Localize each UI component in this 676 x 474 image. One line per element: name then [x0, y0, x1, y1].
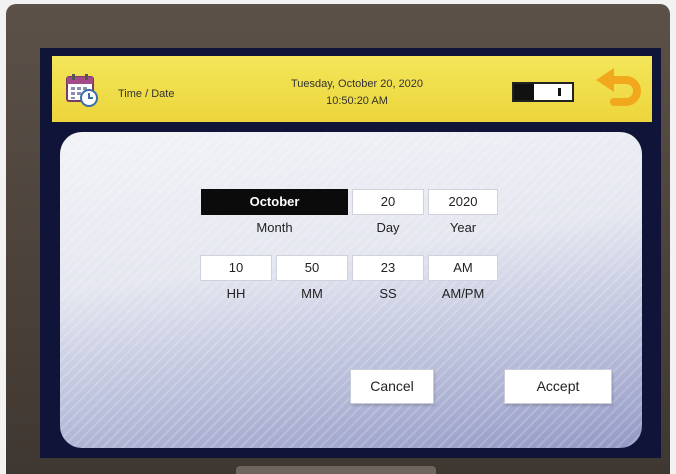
year-field[interactable]: 2020 — [428, 189, 498, 215]
second-label: SS — [379, 286, 397, 301]
month-field[interactable]: October — [201, 189, 348, 215]
header-bar: Time / Date Tuesday, October 20, 2020 10… — [52, 56, 652, 122]
month-label: Month — [256, 220, 293, 235]
current-datetime: Tuesday, October 20, 2020 10:50:20 AM — [242, 76, 472, 110]
device-bezel-tab — [236, 466, 436, 474]
ampm-field[interactable]: AM — [428, 255, 498, 281]
year-label: Year — [449, 220, 477, 235]
day-label: Day — [376, 220, 400, 235]
cancel-button[interactable]: Cancel — [350, 369, 434, 404]
minute-label: MM — [301, 286, 323, 301]
current-date: Tuesday, October 20, 2020 — [290, 78, 424, 90]
second-field[interactable]: 23 — [352, 255, 424, 281]
screen-title: Time / Date — [118, 88, 175, 100]
battery-indicator — [512, 82, 574, 102]
hour-field[interactable]: 10 — [200, 255, 272, 281]
undo-arrow-icon[interactable] — [592, 66, 644, 116]
accept-button[interactable]: Accept — [504, 369, 612, 404]
battery-tick — [558, 88, 561, 96]
hour-label: HH — [226, 286, 246, 301]
date-time-panel: October 20 2020 Month Day Year 10 50 23 … — [60, 132, 642, 448]
device-screen: Time / Date Tuesday, October 20, 2020 10… — [40, 48, 661, 458]
battery-level-fill — [514, 84, 535, 100]
day-field[interactable]: 20 — [352, 189, 424, 215]
minute-field[interactable]: 50 — [276, 255, 348, 281]
ampm-label: AM/PM — [441, 286, 485, 301]
calendar-clock-icon — [66, 74, 98, 107]
current-time: 10:50:20 AM — [326, 95, 388, 107]
